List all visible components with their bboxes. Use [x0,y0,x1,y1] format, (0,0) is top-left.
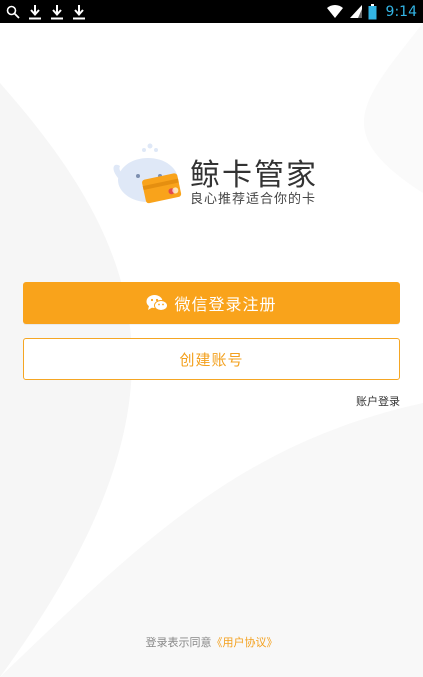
signal-icon [349,4,363,19]
agreement-prefix: 登录表示同意 [145,636,212,649]
search-icon [6,5,20,19]
battery-icon [368,3,377,20]
download-icon [72,4,86,20]
status-bar: 9:14 [0,0,423,23]
wechat-icon [146,294,169,312]
agreement-notice: 登录表示同意《用户协议》 [0,634,423,650]
wifi-icon [326,4,344,19]
status-bar-notifications [6,2,86,21]
download-icon [50,4,64,20]
status-bar-system: 9:14 [326,2,417,21]
download-icon [28,4,42,20]
whale-card-icon [113,143,182,204]
account-login-link[interactable]: 账户登录 [356,393,400,409]
status-bar-clock: 9:14 [385,3,417,20]
app-logo: 鲸卡管家 良心推荐适合你的卡 [108,140,338,215]
create-account-button[interactable]: 创建账号 [23,338,400,380]
wechat-login-button[interactable]: 微信登录注册 [23,282,400,324]
user-agreement-link[interactable]: 《用户协议》 [212,636,278,649]
app-slogan: 良心推荐适合你的卡 [190,192,317,207]
create-account-label: 创建账号 [179,350,244,369]
wechat-login-label: 微信登录注册 [174,295,277,314]
